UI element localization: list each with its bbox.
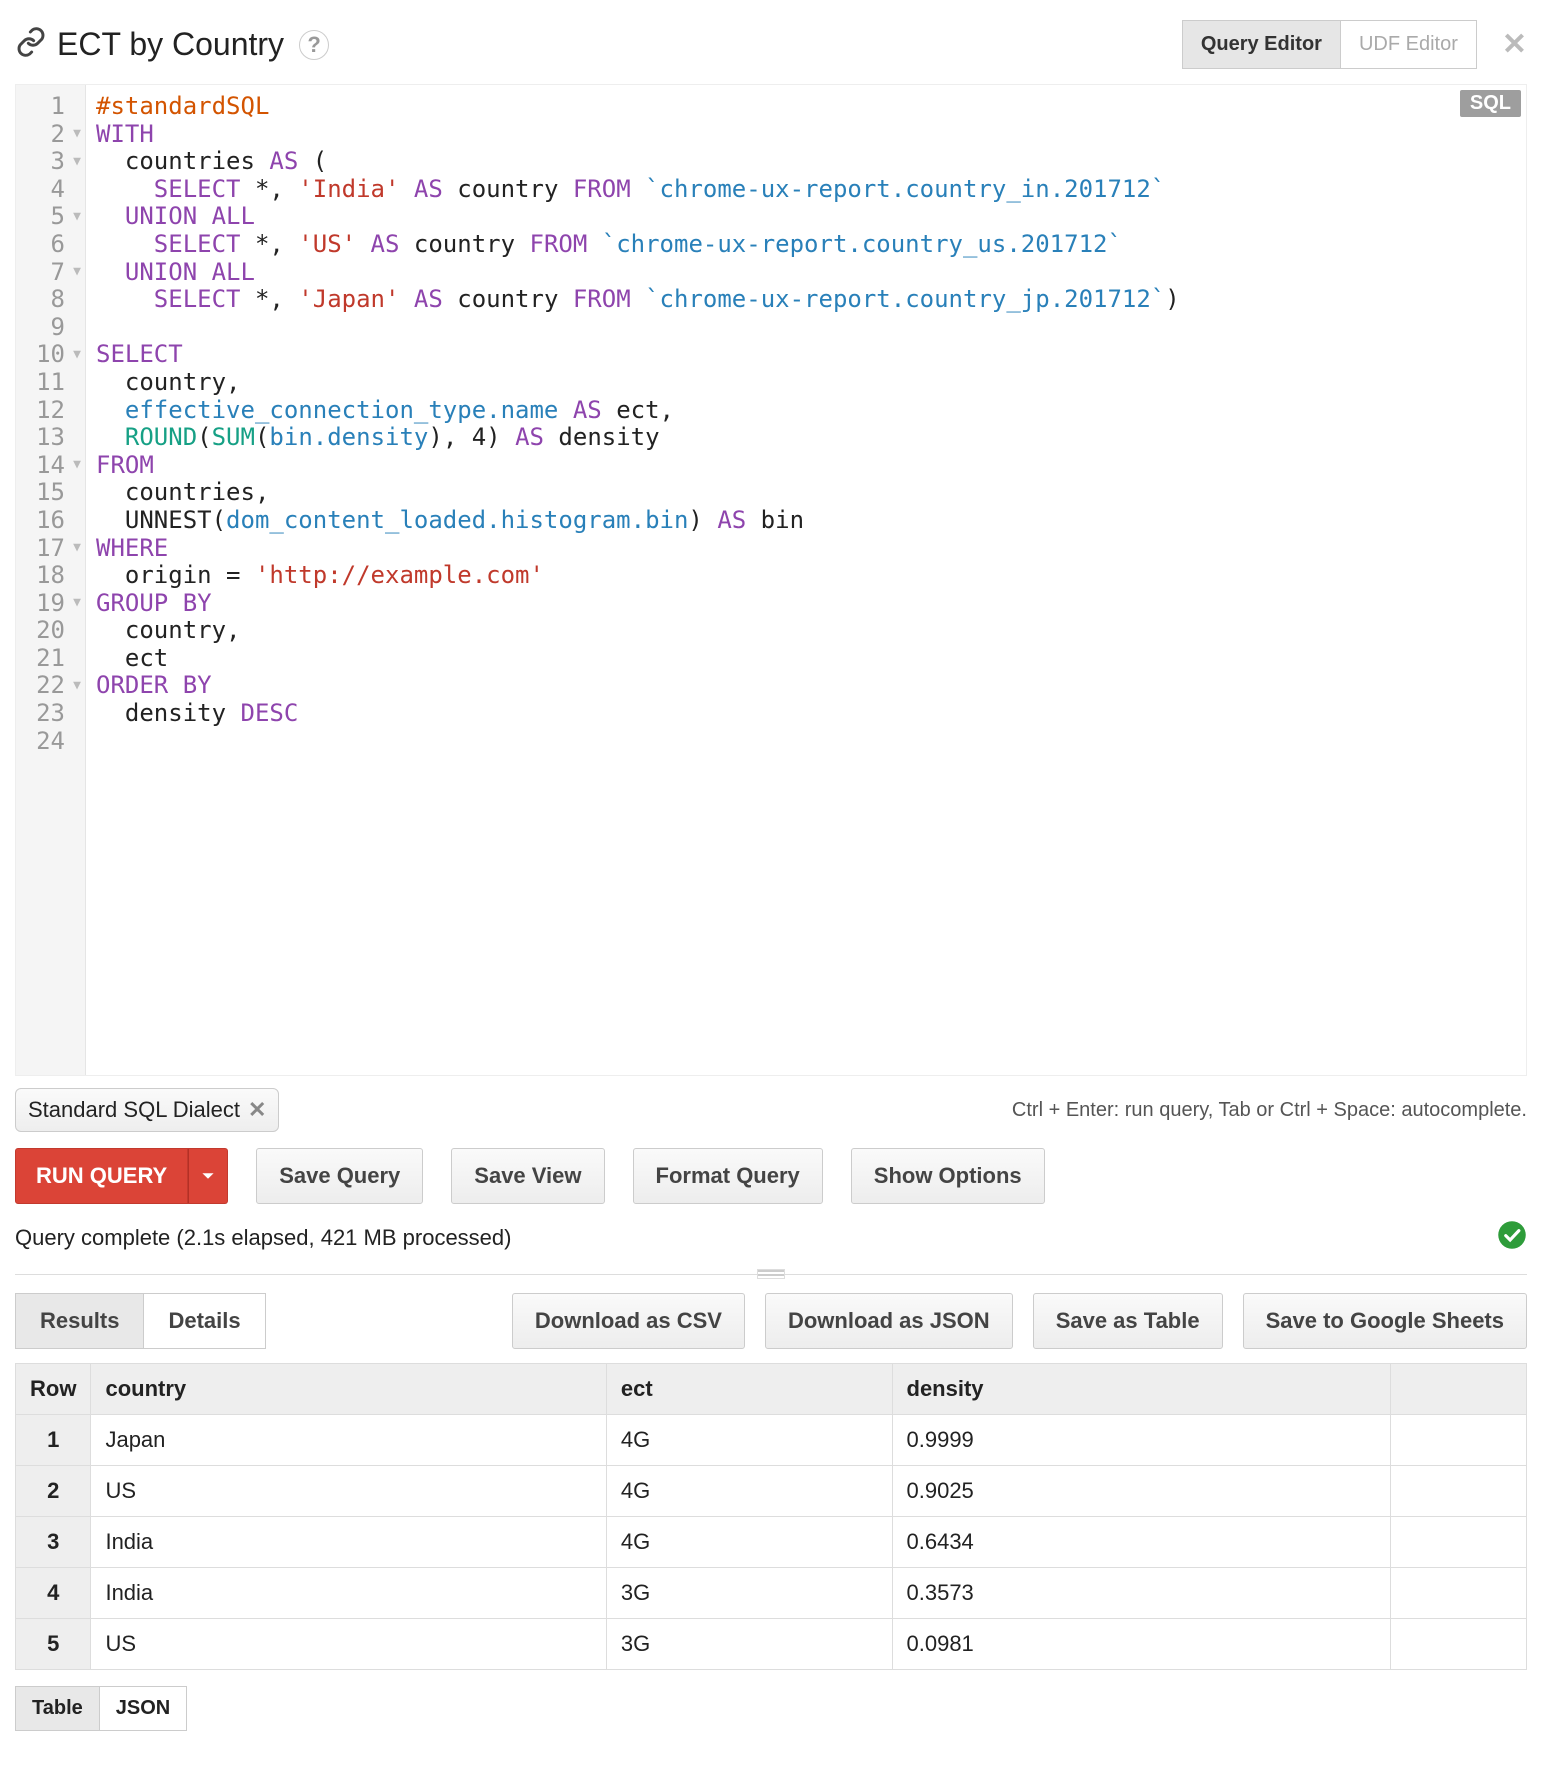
run-query-dropdown[interactable] (188, 1148, 228, 1204)
save-to-sheets-button[interactable]: Save to Google Sheets (1243, 1293, 1527, 1349)
success-icon (1497, 1220, 1527, 1256)
close-icon[interactable]: ✕ (1502, 27, 1527, 62)
view-toggle: Table JSON (15, 1686, 187, 1731)
col-ect: ect (606, 1364, 892, 1415)
download-csv-button[interactable]: Download as CSV (512, 1293, 745, 1349)
line-gutter: 12▼3▼45▼67▼8910▼11121314▼151617▼1819▼202… (16, 85, 86, 1075)
download-json-button[interactable]: Download as JSON (765, 1293, 1013, 1349)
tab-details[interactable]: Details (144, 1293, 265, 1349)
query-status: Query complete (2.1s elapsed, 421 MB pro… (15, 1225, 511, 1251)
table-row: 5US3G0.0981 (16, 1619, 1527, 1670)
dialect-label: Standard SQL Dialect (28, 1097, 240, 1123)
sql-editor[interactable]: SQL 12▼3▼45▼67▼8910▼11121314▼151617▼1819… (15, 84, 1527, 1076)
code-area[interactable]: #standardSQLWITH countries AS ( SELECT *… (86, 85, 1526, 1075)
col-density: density (892, 1364, 1390, 1415)
results-toolbar: Results Details Download as CSV Download… (15, 1293, 1527, 1349)
table-row: 3India4G0.6434 (16, 1517, 1527, 1568)
table-row: 2US4G0.9025 (16, 1466, 1527, 1517)
view-table-button[interactable]: Table (15, 1686, 100, 1731)
tab-results[interactable]: Results (15, 1293, 144, 1349)
help-icon[interactable]: ? (299, 30, 329, 60)
save-query-button[interactable]: Save Query (256, 1148, 423, 1204)
tab-query-editor[interactable]: Query Editor (1182, 20, 1341, 69)
col-row: Row (16, 1364, 91, 1415)
save-as-table-button[interactable]: Save as Table (1033, 1293, 1223, 1349)
sql-badge: SQL (1460, 90, 1521, 117)
table-row: 4India3G0.3573 (16, 1568, 1527, 1619)
show-options-button[interactable]: Show Options (851, 1148, 1045, 1204)
save-view-button[interactable]: Save View (451, 1148, 604, 1204)
page-title: ECT by Country (57, 26, 284, 63)
link-icon (15, 26, 47, 64)
tab-udf-editor[interactable]: UDF Editor (1341, 20, 1477, 69)
editor-hint: Ctrl + Enter: run query, Tab or Ctrl + S… (1012, 1099, 1527, 1122)
format-query-button[interactable]: Format Query (633, 1148, 823, 1204)
action-row: RUN QUERY Save Query Save View Format Qu… (15, 1140, 1527, 1216)
header: ECT by Country ? Query Editor UDF Editor… (15, 10, 1527, 84)
remove-dialect-icon[interactable]: ✕ (248, 1097, 266, 1123)
run-query-button[interactable]: RUN QUERY (15, 1148, 188, 1204)
table-row: 1Japan4G0.9999 (16, 1415, 1527, 1466)
dialect-chip[interactable]: Standard SQL Dialect ✕ (15, 1088, 279, 1132)
resize-handle[interactable] (15, 1274, 1527, 1275)
col-country: country (91, 1364, 606, 1415)
results-table: Rowcountryectdensity 1Japan4G0.99992US4G… (15, 1363, 1527, 1670)
view-json-button[interactable]: JSON (100, 1686, 187, 1731)
